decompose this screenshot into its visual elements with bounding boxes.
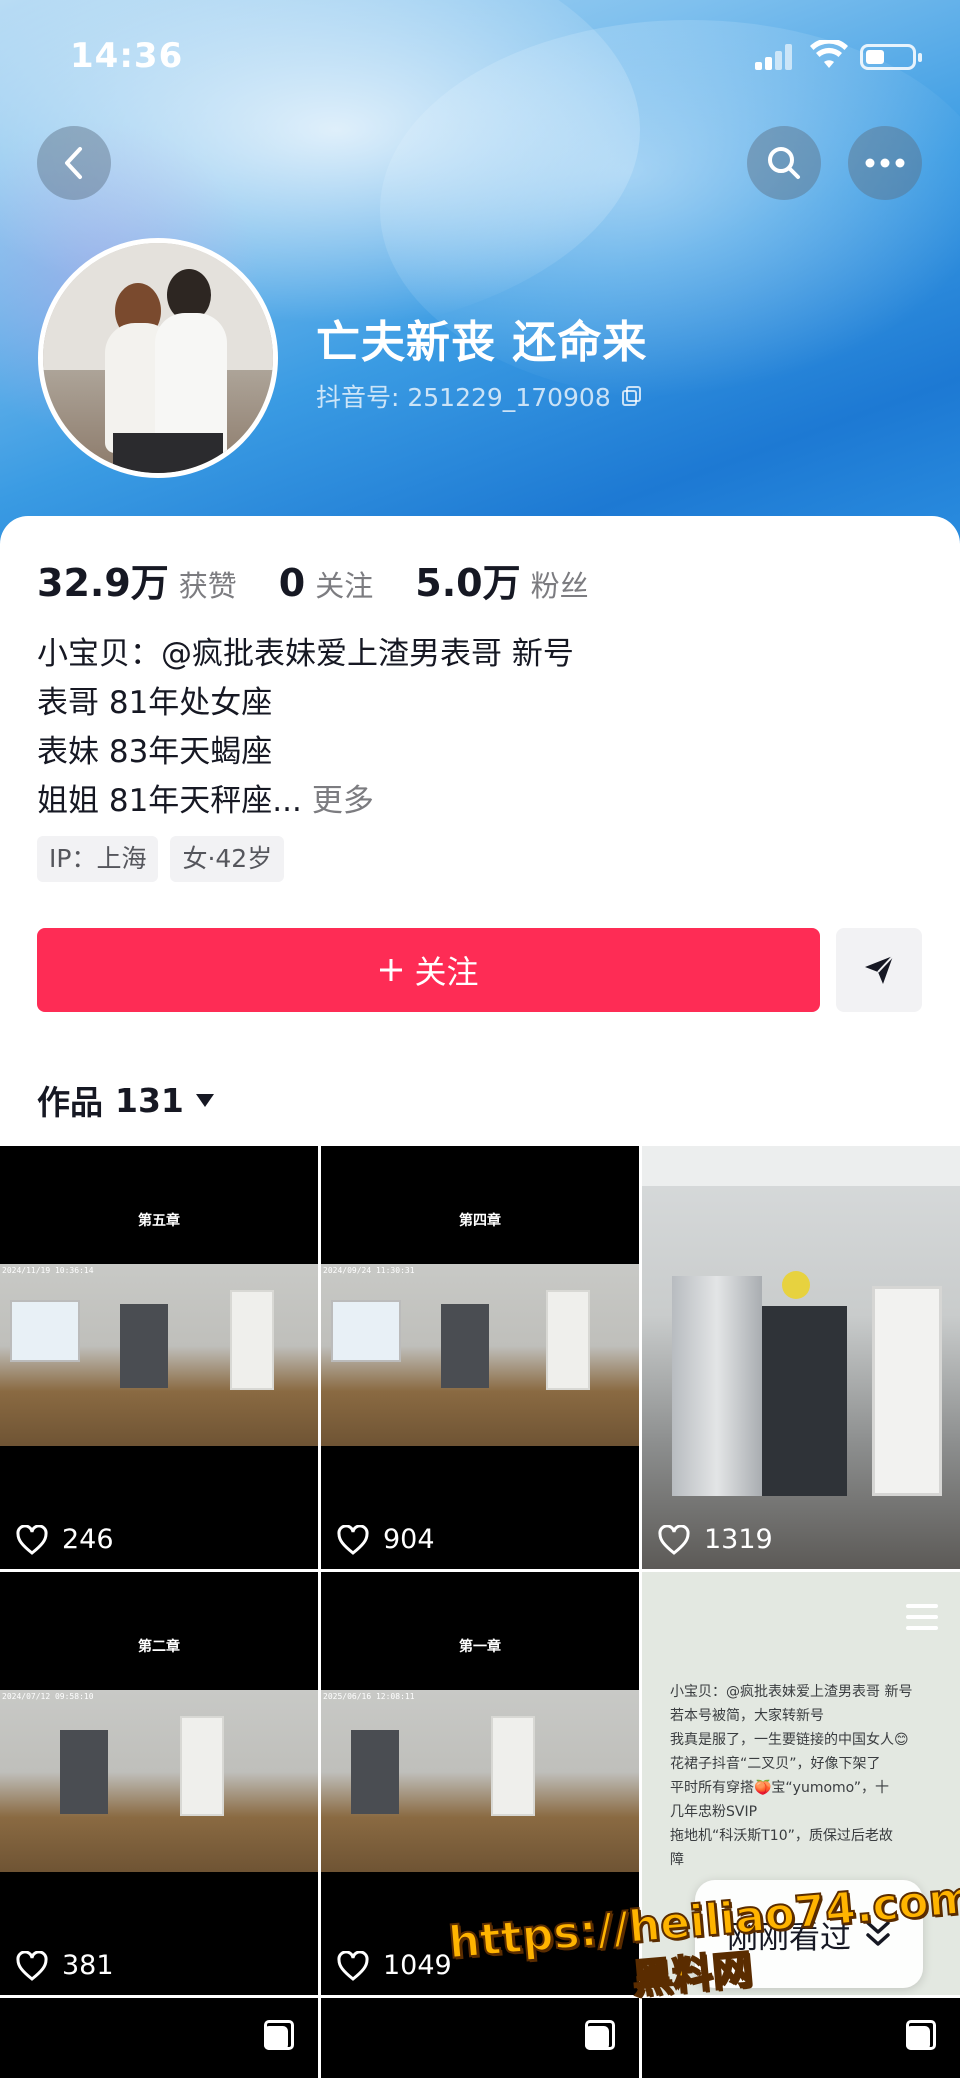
caret-down-icon	[195, 1093, 214, 1107]
followers-count[interactable]: 5.0万	[415, 552, 520, 607]
more-dots-icon	[865, 158, 905, 168]
signal-icon	[755, 44, 795, 70]
following-label[interactable]: 关注	[315, 563, 373, 605]
video-timestamp: 2024/07/12 09:58:10	[2, 1692, 94, 1701]
following-count[interactable]: 0	[279, 561, 305, 605]
bio-line: 姐姐 81年天秤座...	[37, 783, 302, 819]
profile-bio: 小宝贝：@疯批表妹爱上渣男表哥 新号 表哥 81年处女座 表妹 83年天蝎座 姐…	[37, 630, 574, 826]
status-time: 14:36	[70, 36, 184, 76]
chapter-title: 第五章	[138, 1213, 180, 1229]
heart-icon	[16, 1524, 48, 1555]
text-post-icon	[906, 1604, 938, 1634]
douyin-id[interactable]: 抖音号: 251229_170908	[316, 378, 643, 414]
like-count: 904	[337, 1524, 435, 1555]
search-icon	[768, 147, 800, 179]
works-count: 131	[115, 1080, 184, 1120]
search-button[interactable]	[747, 126, 821, 200]
video-tile[interactable]: 第四章 2024/09/24 11:30:31 904	[321, 1146, 639, 1569]
chapter-title: 第一章	[459, 1639, 501, 1655]
gender-age-tag: 女·42岁	[170, 836, 285, 882]
works-label: 作品	[37, 1083, 103, 1122]
copy-icon[interactable]	[621, 385, 643, 407]
chapter-title: 第二章	[138, 1639, 180, 1655]
like-count: 381	[16, 1950, 114, 1981]
like-count: 1049	[337, 1950, 452, 1981]
video-thumbnail: 2024/07/12 09:58:10	[0, 1690, 318, 1872]
video-thumbnail: 2024/09/24 11:30:31	[321, 1264, 639, 1446]
video-tile[interactable]: 1319	[642, 1146, 960, 1569]
heart-icon	[16, 1950, 48, 1981]
video-tile[interactable]: 第二章 2024/07/12 09:58:10 381	[0, 1572, 318, 1995]
multi-image-icon	[906, 2020, 936, 2050]
status-bar: 14:36	[0, 0, 960, 110]
post-text: 小宝贝：@疯批表妹爱上渣男表哥 新号 若本号被简，大家转新号 我真是服了，一生要…	[670, 1684, 913, 1868]
heart-icon	[337, 1950, 369, 1981]
douyin-id-text: 抖音号: 251229_170908	[316, 383, 611, 412]
video-tile[interactable]	[642, 1998, 960, 2078]
bio-more-link[interactable]: 更多	[312, 783, 374, 819]
more-button[interactable]	[848, 126, 922, 200]
bio-line: 表哥 81年处女座	[37, 685, 273, 721]
chevron-left-icon	[65, 147, 82, 179]
tab-works[interactable]: 作品 131	[37, 1076, 214, 1124]
video-timestamp: 2024/09/24 11:30:31	[323, 1266, 415, 1275]
plus-icon	[380, 959, 403, 981]
video-thumbnail: 2025/06/16 12:08:11	[321, 1690, 639, 1872]
followers-label[interactable]: 粉丝	[531, 563, 589, 605]
wifi-icon	[810, 38, 848, 72]
profile-stats: 32.9万 获赞 0 关注 5.0万 粉丝	[37, 552, 631, 607]
video-thumbnail: 2024/11/19 10:36:14	[0, 1264, 318, 1446]
video-timestamp: 2024/11/19 10:36:14	[2, 1266, 94, 1275]
follow-button[interactable]: 关注	[37, 928, 820, 1012]
multi-image-icon	[585, 2020, 615, 2050]
likes-count: 32.9万	[37, 561, 169, 605]
heart-icon	[337, 1524, 369, 1555]
likes-label: 获赞	[178, 569, 237, 603]
avatar[interactable]	[38, 238, 278, 478]
send-icon	[865, 955, 894, 984]
chapter-title: 第四章	[459, 1213, 501, 1229]
profile-tags: IP：上海 女·42岁	[37, 836, 285, 882]
follow-label: 关注	[414, 953, 479, 991]
heart-icon	[658, 1524, 690, 1555]
profile-nickname: 亡夫新丧 还命来	[316, 317, 648, 368]
like-count: 1319	[658, 1524, 773, 1555]
back-button[interactable]	[37, 126, 111, 200]
video-timestamp: 2025/06/16 12:08:11	[323, 1692, 415, 1701]
ip-location-tag: IP：上海	[37, 836, 159, 882]
battery-icon	[860, 44, 922, 70]
multi-image-icon	[264, 2020, 294, 2050]
video-thumbnail	[642, 1146, 960, 1569]
bio-line: 表妹 83年天蝎座	[37, 734, 273, 770]
video-tile[interactable]	[0, 1998, 318, 2078]
video-tile[interactable]: 第五章 2024/11/19 10:36:14 246	[0, 1146, 318, 1569]
send-message-button[interactable]	[836, 928, 922, 1012]
like-count: 246	[16, 1524, 114, 1555]
bio-line: 小宝贝：@疯批表妹爱上渣男表哥 新号	[37, 636, 574, 672]
